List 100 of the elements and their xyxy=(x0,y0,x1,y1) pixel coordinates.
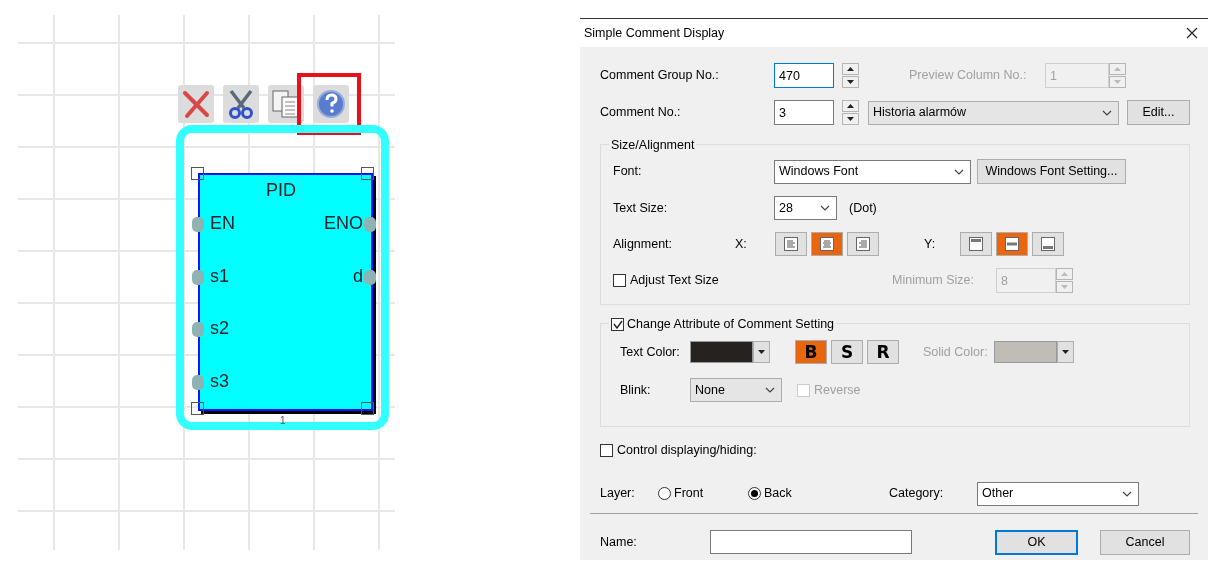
align-center-icon xyxy=(820,237,834,251)
port-label: ENO xyxy=(324,213,363,233)
style-button[interactable]: S xyxy=(831,340,863,364)
align-right-icon xyxy=(856,237,870,251)
radio-button[interactable] xyxy=(748,487,761,501)
checkbox-label: Reverse xyxy=(814,381,861,399)
field-label: Name: xyxy=(600,533,638,551)
down-arrow-icon xyxy=(847,117,854,121)
field-label: Comment Group No.: xyxy=(600,67,720,85)
check-icon xyxy=(612,319,623,329)
checkbox-label: Control displaying/hiding: xyxy=(617,442,757,459)
up-arrow-icon xyxy=(847,104,854,108)
font-dropdown[interactable]: Windows Font xyxy=(774,159,971,184)
align-left-button[interactable] xyxy=(775,232,807,256)
resize-handle[interactable] xyxy=(361,167,374,180)
field-label: Y: xyxy=(924,235,937,253)
down-arrow-icon xyxy=(1061,285,1068,289)
ok-button[interactable]: OK xyxy=(995,529,1078,555)
group-title: Change Attribute of Comment Setting xyxy=(627,316,835,333)
connection-port[interactable] xyxy=(364,217,376,232)
scissors-button[interactable] xyxy=(223,85,259,123)
category-dropdown[interactable]: Other xyxy=(977,481,1139,506)
align-right-button[interactable] xyxy=(847,232,879,256)
checkbox[interactable] xyxy=(600,443,613,457)
align-top-icon xyxy=(969,237,983,251)
port-label: s3 xyxy=(210,370,229,391)
up-arrow-icon xyxy=(1114,67,1121,71)
radio-label: Front xyxy=(674,485,704,503)
down-arrow-icon xyxy=(1114,80,1121,84)
up-arrow-icon xyxy=(1061,272,1068,276)
align-left-icon xyxy=(784,237,798,251)
size-dropdown[interactable]: 28 xyxy=(774,196,837,220)
help-button[interactable] xyxy=(313,85,349,123)
port-label: s2 xyxy=(210,318,229,338)
field-label: Comment No.: xyxy=(600,104,682,122)
align-center-button[interactable] xyxy=(811,232,843,256)
spin-down-button[interactable] xyxy=(842,113,859,125)
delete-button[interactable] xyxy=(178,85,214,123)
comment-dropdown[interactable]: Historia alarmów xyxy=(868,100,1120,125)
down-arrow-icon xyxy=(847,80,854,84)
block-title: PID xyxy=(266,179,296,202)
field-label: Solid Color: xyxy=(923,343,989,361)
up-arrow-icon xyxy=(847,67,854,71)
spin-up-button[interactable] xyxy=(842,100,859,112)
align-bottom-button[interactable] xyxy=(1032,232,1064,256)
resize-handle[interactable] xyxy=(361,402,374,415)
chevron-icon xyxy=(954,168,964,175)
style-button[interactable]: R xyxy=(867,340,899,364)
chevron-icon xyxy=(820,205,830,211)
dropdown-button[interactable] xyxy=(1057,341,1074,363)
delete-icon xyxy=(180,88,212,120)
edit-button[interactable]: Edit... xyxy=(1127,100,1190,125)
style-button[interactable]: B xyxy=(795,340,827,364)
port-label: s1 xyxy=(210,265,229,286)
function-block[interactable] xyxy=(198,173,373,411)
align-middle-icon xyxy=(1005,237,1019,251)
help-icon xyxy=(315,88,347,120)
align-bottom-icon xyxy=(1041,237,1055,251)
chevron-icon xyxy=(1122,490,1132,497)
field-label: Blink: xyxy=(620,381,652,399)
number-field[interactable]: 470 xyxy=(774,63,834,88)
field-label: (Dot) xyxy=(849,199,877,217)
field-label: Layer: xyxy=(600,485,636,503)
spin-up-button[interactable] xyxy=(842,63,859,75)
field-label: Font: xyxy=(613,163,643,181)
spin-down-button[interactable] xyxy=(842,76,859,88)
checkbox[interactable] xyxy=(613,274,626,287)
resize-handle[interactable] xyxy=(191,167,204,180)
chevron-icon xyxy=(765,387,775,393)
cancel-button[interactable]: Cancel xyxy=(1100,529,1190,555)
port-label: EN xyxy=(210,213,235,233)
down-arrow-icon xyxy=(758,350,765,354)
color-swatch[interactable] xyxy=(690,341,753,363)
align-top-button[interactable] xyxy=(960,232,992,256)
name-field[interactable] xyxy=(710,530,912,555)
field-label: Preview Column No.: xyxy=(909,67,1028,85)
field-label: Minimum Size: xyxy=(892,272,975,290)
number-field[interactable]: 3 xyxy=(774,100,834,125)
field-label: X: xyxy=(735,235,748,253)
align-middle-button[interactable] xyxy=(996,232,1028,256)
window-title: Simple Comment Display xyxy=(584,24,725,42)
radio-label: Back xyxy=(764,485,792,503)
group-title: Size/Alignment xyxy=(611,137,695,154)
chevron-icon xyxy=(1102,109,1113,116)
resize-handle[interactable] xyxy=(191,402,204,415)
font-setting-button[interactable]: Windows Font Setting... xyxy=(977,159,1126,184)
field-label: Text Color: xyxy=(620,343,681,361)
dropdown-button[interactable] xyxy=(753,341,770,363)
field-label: Category: xyxy=(889,485,945,503)
port-label: d xyxy=(353,265,363,286)
checkbox-label: Adjust Text Size xyxy=(630,272,720,290)
radio-button[interactable] xyxy=(658,487,671,501)
down-arrow-icon xyxy=(1062,350,1069,354)
blink-dropdown[interactable]: None xyxy=(690,378,782,402)
color-swatch xyxy=(994,341,1057,363)
block-number: 1 xyxy=(280,414,286,428)
close-icon xyxy=(1186,27,1198,39)
close-button[interactable] xyxy=(1186,27,1198,39)
field-label: Text Size: xyxy=(613,199,669,217)
checkbox[interactable] xyxy=(611,317,624,331)
